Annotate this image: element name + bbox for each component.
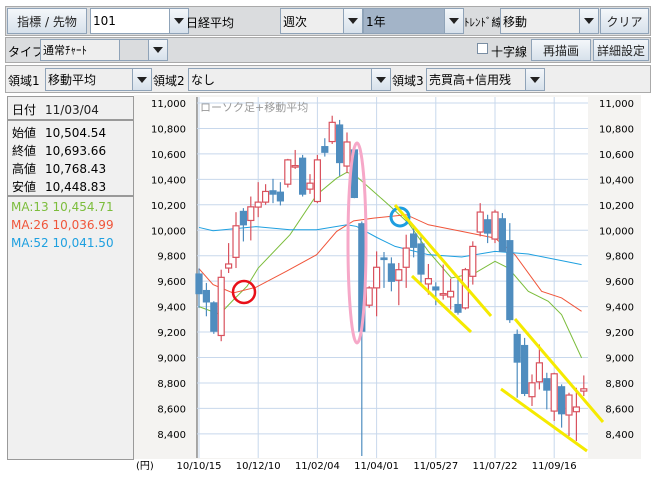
y-tick-label-left: 10,200 <box>151 201 186 212</box>
candle-body <box>580 388 588 392</box>
candle-body <box>513 333 521 363</box>
candle-body <box>528 382 536 398</box>
candle-body <box>365 287 373 306</box>
candle-body <box>232 225 240 258</box>
candle-body <box>550 373 558 412</box>
y-tick-label-left: 9,600 <box>157 277 186 288</box>
candle-body <box>373 266 381 289</box>
candle-body <box>262 190 270 203</box>
candle-body <box>424 278 432 285</box>
candle-body <box>195 273 203 295</box>
y-tick-label-left: 10,600 <box>151 150 186 161</box>
candle-body <box>328 121 336 143</box>
candle-body <box>276 191 284 202</box>
y-tick-label-left: 11,000 <box>151 99 186 110</box>
candle-body <box>202 289 210 303</box>
candle-body <box>535 362 544 383</box>
y-tick-label-left: 8,400 <box>157 430 186 441</box>
candle-body <box>572 406 581 413</box>
y-tick-label-right: 10,000 <box>599 226 634 237</box>
x-tick-label: 10/12/10 <box>236 461 281 472</box>
candle-body <box>410 233 418 248</box>
y-tick-label-left: 10,800 <box>151 124 186 135</box>
candle-body <box>313 159 321 203</box>
candle-body <box>387 263 395 282</box>
candle-body <box>269 190 277 195</box>
candle-body <box>225 263 233 269</box>
candle-body <box>217 276 225 337</box>
y-tick-label-right: 9,000 <box>605 354 634 365</box>
x-tick-label: 11/07/22 <box>473 461 518 472</box>
y-tick-label-left: 10,400 <box>151 175 186 186</box>
candlestick-chart[interactable]: 11,000 10,800 10,600 10,400 10,200 10,000 9,80… <box>0 0 659 485</box>
y-tick-label-left: 9,200 <box>157 328 186 339</box>
candle-body <box>439 293 447 296</box>
candle-body <box>254 201 262 208</box>
candle-body <box>306 182 314 190</box>
candle-body <box>491 211 499 240</box>
candle-body <box>565 394 573 416</box>
y-tick-label-right: 9,200 <box>605 328 634 339</box>
x-tick-label: 10/10/15 <box>177 461 222 472</box>
y-tick-label-right: 8,400 <box>605 430 634 441</box>
y-tick-label-right: 8,800 <box>605 379 634 390</box>
yen-unit-label: (円) <box>136 461 154 472</box>
x-tick-label: 11/09/16 <box>532 461 577 472</box>
y-tick-label-right: 9,400 <box>605 303 634 314</box>
y-tick-label-right: 10,200 <box>599 201 634 212</box>
x-tick-label: 11/05/27 <box>413 461 458 472</box>
candle-body <box>395 269 403 281</box>
chart-title: ローソク足+移動平均 <box>200 100 308 114</box>
candle-body <box>284 159 292 185</box>
candle-body <box>343 141 351 167</box>
y-tick-label-left: 8,600 <box>157 404 186 415</box>
candle-body <box>417 243 425 275</box>
y-tick-label-left: 9,000 <box>157 354 186 365</box>
candle-body <box>210 302 218 332</box>
candle-body <box>454 303 462 313</box>
candle-body <box>557 386 566 415</box>
candle-body <box>291 165 299 168</box>
candle-body <box>432 286 440 291</box>
candle-body <box>484 219 492 234</box>
y-tick-label-left: 9,400 <box>157 303 186 314</box>
y-tick-label-right: 9,800 <box>605 252 634 263</box>
candle-body <box>402 247 410 268</box>
candle-body <box>520 344 529 394</box>
y-tick-label-left: 9,800 <box>157 252 186 263</box>
candle-body <box>476 211 484 233</box>
candle-body <box>447 290 455 298</box>
y-tick-label-right: 11,000 <box>599 99 634 110</box>
candle-body <box>321 146 329 153</box>
candle-body <box>336 124 344 164</box>
candle-body <box>498 218 506 252</box>
y-tick-label-left: 8,800 <box>157 379 186 390</box>
candle-body <box>247 206 255 222</box>
y-tick-label-right: 8,600 <box>605 404 634 415</box>
candle-body <box>239 210 247 226</box>
y-tick-label-right: 10,800 <box>599 124 634 135</box>
candle-body <box>380 257 388 261</box>
y-tick-label-right: 10,600 <box>599 150 634 161</box>
candle-body <box>469 245 477 277</box>
y-tick-label-left: 10,000 <box>151 226 186 237</box>
candle-body <box>299 157 307 195</box>
candle-body <box>506 240 514 321</box>
y-tick-label-right: 9,600 <box>605 277 634 288</box>
x-tick-label: 11/04/01 <box>354 461 399 472</box>
candle-body <box>543 378 551 391</box>
x-tick-label: 11/02/04 <box>295 461 340 472</box>
y-tick-label-right: 10,400 <box>599 175 634 186</box>
